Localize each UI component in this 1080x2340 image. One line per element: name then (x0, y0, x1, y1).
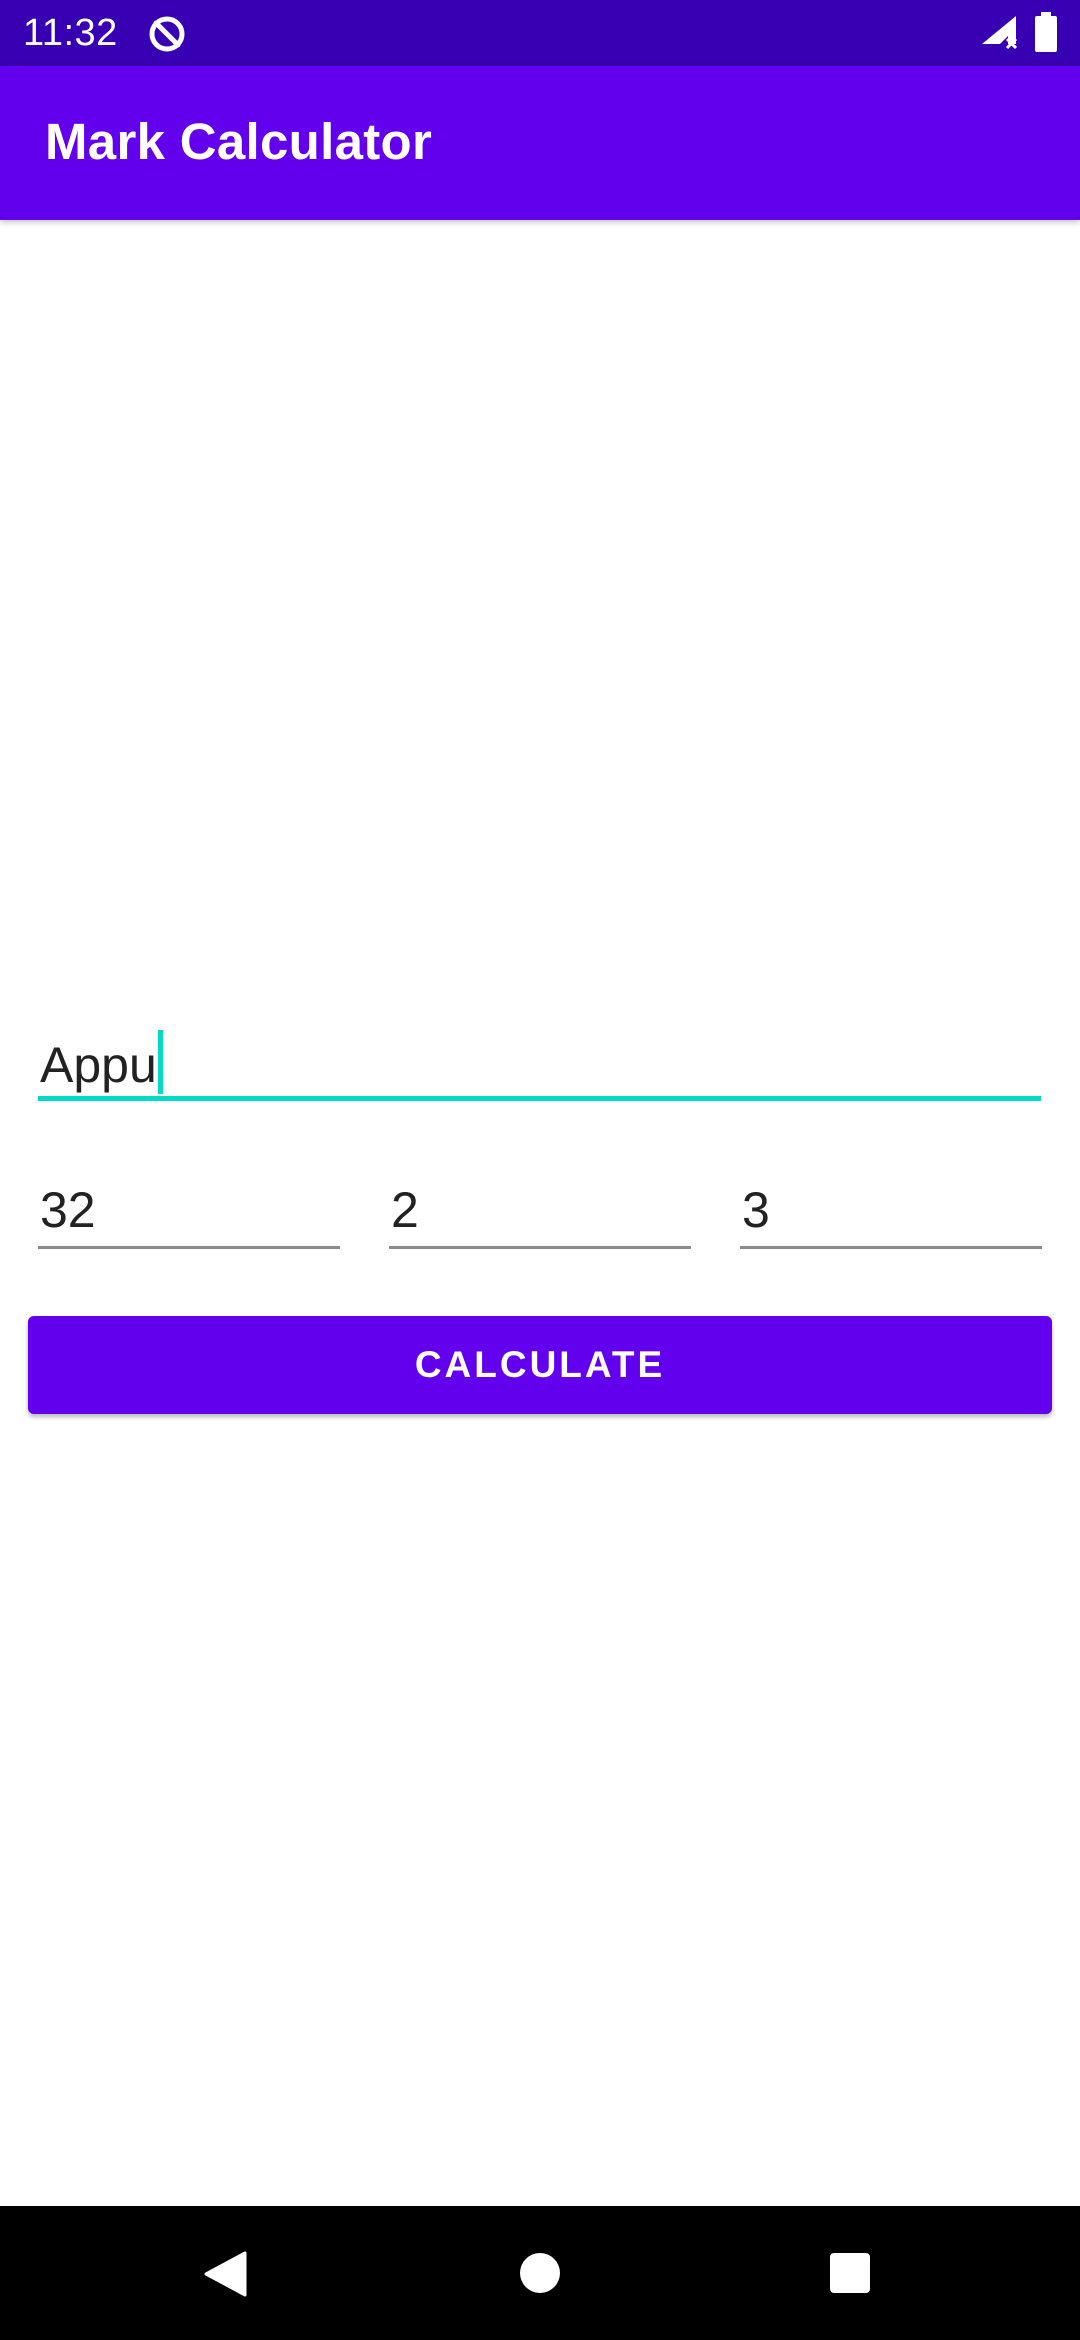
name-input-value: Appu (40, 1037, 157, 1093)
status-time: 11:32 (23, 12, 118, 54)
navigation-bar (0, 2206, 1080, 2340)
app-bar: Mark Calculator (0, 66, 1080, 220)
screen: 11:32 Mark Calculator Appu 32 2 3 CALCUL… (0, 0, 1080, 2340)
mark-2-input[interactable]: 2 (389, 1168, 691, 1252)
mark-2-underline (389, 1246, 691, 1249)
mark-1-value: 32 (40, 1182, 96, 1238)
mark-3-value: 3 (742, 1182, 770, 1238)
mark-1-input[interactable]: 32 (38, 1168, 340, 1252)
home-icon[interactable] (519, 2252, 561, 2294)
mark-2-value: 2 (391, 1182, 419, 1238)
status-bar: 11:32 (0, 0, 1080, 66)
app-title: Mark Calculator (45, 113, 433, 170)
signal-icon (982, 16, 1018, 50)
mark-1-underline (38, 1246, 340, 1249)
recents-icon[interactable] (829, 2252, 871, 2294)
back-icon[interactable] (203, 2251, 247, 2297)
calculate-button[interactable]: CALCULATE (28, 1316, 1052, 1414)
app-notification-icon (149, 16, 185, 52)
name-input[interactable]: Appu (38, 1012, 1041, 1102)
mark-3-underline (740, 1246, 1042, 1249)
text-cursor (157, 1030, 163, 1094)
name-input-underline (38, 1096, 1041, 1101)
battery-icon (1035, 12, 1057, 52)
mark-3-input[interactable]: 3 (740, 1168, 1042, 1252)
